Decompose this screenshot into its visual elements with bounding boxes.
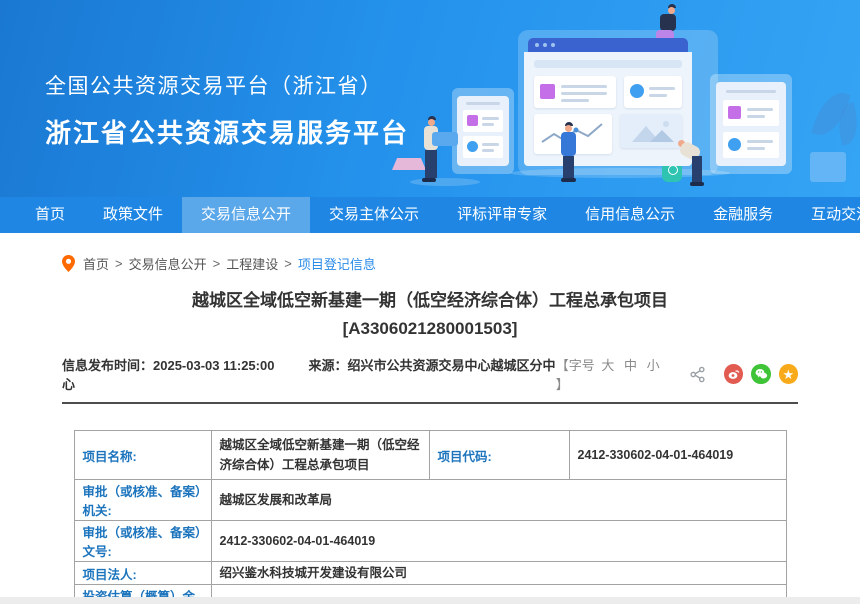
dashboard-card	[624, 76, 682, 108]
font-size-medium-button[interactable]: 中	[624, 358, 637, 373]
plant-leaf	[834, 102, 860, 145]
approval-authority-label: 审批（或核准、备案）机关:	[74, 480, 211, 521]
image-placeholder-card	[620, 114, 682, 148]
table-row-approval-authority: 审批（或核准、备案）机关: 越城区发展和改革局	[74, 480, 786, 521]
main-nav: 首页 政策文件 交易信息公开 交易主体公示 评标评审专家 信用信息公示 金融服务…	[0, 197, 860, 233]
plant-leaf	[811, 87, 851, 141]
browser-titlebar	[528, 38, 688, 52]
qzone-share-icon[interactable]: ★	[779, 364, 798, 384]
person-carrying-board	[418, 116, 458, 186]
nav-item-financial-services[interactable]: 金融服务	[694, 197, 792, 233]
approval-number-value: 2412-330602-04-01-464019	[211, 521, 786, 562]
nav-item-home[interactable]: 首页	[16, 197, 84, 233]
page-title: 越城区全域低空新基建一期（低空经济综合体）工程总承包项目 [A330602128…	[60, 287, 800, 343]
font-size-small-button[interactable]: 小	[647, 358, 660, 373]
font-size-large-button[interactable]: 大	[601, 358, 614, 373]
publish-time-label: 信息发布时间：	[62, 358, 153, 373]
approval-authority-value: 越城区发展和改革局	[211, 480, 786, 521]
breadcrumb-home[interactable]: 首页	[83, 254, 109, 273]
nav-item-interaction[interactable]: 互动交流	[792, 197, 860, 233]
project-name-value: 越城区全域低空新基建一期（低空经济综合体）工程总承包项目	[211, 431, 429, 480]
browser-glow-frame	[518, 30, 718, 175]
table-row-project-name: 项目名称: 越城区全域低空新基建一期（低空经济综合体）工程总承包项目 项目代码:…	[74, 431, 786, 480]
breadcrumb-project-registration[interactable]: 项目登记信息	[298, 254, 376, 273]
person-sitting-on-window	[652, 4, 682, 50]
article-meta-row: 信息发布时间：2025-03-03 11:25:00来源：绍兴市公共资源交易中心…	[62, 355, 798, 404]
national-platform-title: 全国公共资源交易平台（浙江省）	[45, 70, 409, 100]
project-name-label: 项目名称:	[74, 431, 211, 480]
nav-item-policy-documents[interactable]: 政策文件	[84, 197, 182, 233]
nav-item-credit-info-publicity[interactable]: 信用信息公示	[566, 197, 694, 233]
table-row-approval-number: 审批（或核准、备案）文号: 2412-330602-04-01-464019	[74, 521, 786, 562]
deco-trapezoid	[392, 158, 426, 170]
wechat-share-icon[interactable]	[751, 364, 770, 384]
breadcrumb-trade-info[interactable]: 交易信息公开	[129, 254, 207, 273]
table-row-legal-person: 项目法人: 绍兴鉴水科技城开发建设有限公司	[74, 562, 786, 585]
line-chart-card	[534, 114, 612, 154]
browser-screen	[524, 52, 692, 166]
legal-person-label: 项目法人:	[74, 562, 211, 585]
share-icon[interactable]	[689, 366, 706, 383]
dashboard-card	[534, 76, 616, 108]
deco-cube	[810, 152, 846, 182]
breadcrumb-separator: >	[284, 256, 292, 271]
location-pin-icon	[62, 255, 75, 272]
source-label: 来源：	[308, 358, 347, 373]
site-banner: 全国公共资源交易平台（浙江省） 浙江省公共资源交易服务平台	[0, 0, 860, 197]
project-code-label: 项目代码:	[429, 431, 569, 480]
nav-item-evaluation-experts[interactable]: 评标评审专家	[438, 197, 566, 233]
breadcrumb-engineering[interactable]: 工程建设	[226, 254, 278, 273]
person-at-screen	[558, 122, 580, 184]
right-tablet	[710, 74, 792, 174]
nav-item-trade-info-disclosure[interactable]: 交易信息公开	[182, 197, 310, 233]
font-size-suffix: 】	[556, 377, 569, 392]
font-size-widget: 【字号 大 中 小 】	[556, 355, 675, 393]
project-code-text: [A3306021280001503]	[343, 319, 518, 338]
breadcrumb-separator: >	[213, 256, 221, 271]
page-bottom-strip	[0, 597, 860, 604]
breadcrumb-separator: >	[115, 256, 123, 271]
weibo-share-icon[interactable]	[724, 364, 743, 384]
publish-time-value: 2025-03-03 11:25:00	[153, 358, 274, 373]
project-code-value: 2412-330602-04-01-464019	[569, 431, 786, 480]
approval-number-label: 审批（或核准、备案）文号:	[74, 521, 211, 562]
breadcrumb: 首页 > 交易信息公开 > 工程建设 > 项目登记信息	[62, 254, 860, 273]
font-size-prefix: 【字号	[556, 358, 595, 373]
shield-badge	[662, 158, 682, 182]
banner-titles: 全国公共资源交易平台（浙江省） 浙江省公共资源交易服务平台	[45, 70, 409, 150]
banner-illustration	[390, 0, 860, 197]
nav-item-trade-subject-publicity[interactable]: 交易主体公示	[310, 197, 438, 233]
project-info-table: 项目名称: 越城区全域低空新基建一期（低空经济综合体）工程总承包项目 项目代码:…	[74, 430, 787, 604]
article-meta-left: 信息发布时间：2025-03-03 11:25:00来源：绍兴市公共资源交易中心…	[62, 355, 556, 393]
article-meta-right: 【字号 大 中 小 】	[556, 355, 798, 393]
provincial-platform-title: 浙江省公共资源交易服务平台	[45, 113, 409, 150]
left-tablet	[452, 88, 514, 174]
project-title-text: 越城区全域低空新基建一期（低空经济综合体）工程总承包项目	[192, 291, 668, 310]
person-bending	[676, 132, 710, 186]
legal-person-value: 绍兴鉴水科技城开发建设有限公司	[211, 562, 786, 585]
